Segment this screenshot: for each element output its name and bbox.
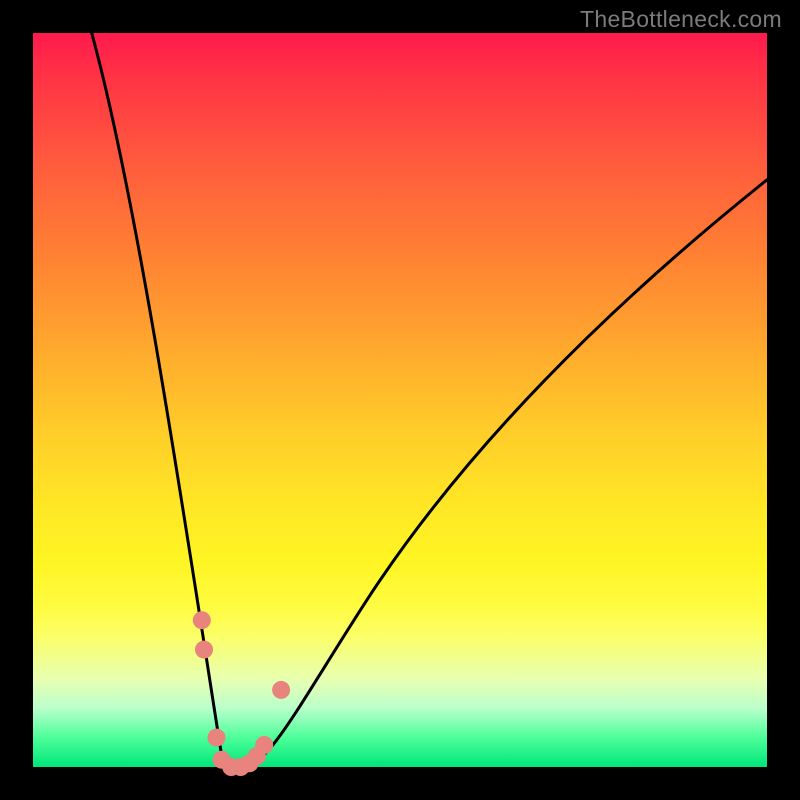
data-marker bbox=[255, 736, 273, 754]
curve-left-branch bbox=[92, 33, 242, 800]
data-marker bbox=[208, 729, 226, 747]
data-marker bbox=[195, 641, 213, 659]
curve-layer bbox=[33, 33, 767, 767]
chart-frame: TheBottleneck.com bbox=[0, 0, 800, 800]
marker-group bbox=[193, 611, 290, 776]
watermark-text: TheBottleneck.com bbox=[580, 6, 782, 33]
plot-area bbox=[33, 33, 767, 767]
data-marker bbox=[272, 681, 290, 699]
curve-right-branch bbox=[242, 180, 767, 767]
data-marker bbox=[193, 611, 211, 629]
